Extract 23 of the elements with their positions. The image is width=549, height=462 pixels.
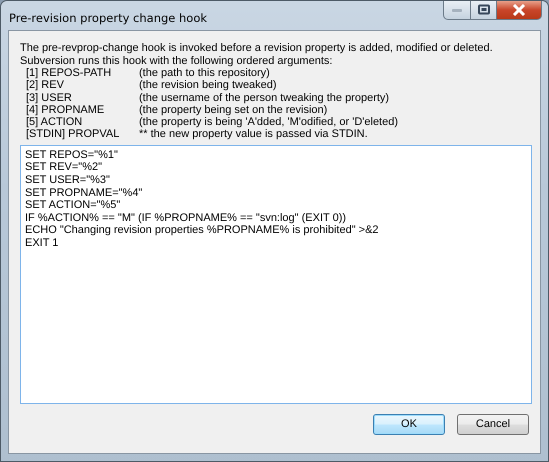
- argument-description: (the username of the person tweaking the property): [139, 92, 390, 104]
- script-editor[interactable]: SET REPOS="%1" SET REV="%2" SET USER="%3" SET PROPNAME="%4" SET ACTION="%5" IF %ACTION% == "M" (IF %PROPNAME% == "svn:log" (EXIT 0)) ECHO "Changing revision properties %PROPNAME% is prohibited" >&2 EXIT 1: [20, 144, 532, 404]
- argument-name: [STDIN] PROPVAL: [26, 128, 120, 141]
- maximize-button[interactable]: [471, 1, 497, 20]
- argument-description: ** the new property value is passed via STDIN.: [139, 128, 369, 141]
- argument-description: (the property is being 'A'dded, 'M'odified, or 'D'eleted): [139, 116, 400, 128]
- argument-description: (the revision being tweaked): [139, 79, 278, 92]
- cancel-button[interactable]: Cancel: [457, 414, 529, 435]
- window-title: Pre-revision property change hook: [9, 11, 208, 25]
- argument-name: [2] REV: [26, 79, 65, 92]
- minimize-icon: [450, 6, 464, 14]
- argument-name: [1] REPOS-PATH: [26, 67, 112, 80]
- close-icon: [511, 4, 527, 16]
- argument-name: [4] PROPNAME: [26, 104, 106, 116]
- description-text: Subversion runs this hook with the following ordered arguments:: [20, 54, 334, 67]
- close-button[interactable]: [497, 1, 542, 20]
- maximize-icon: [476, 4, 490, 16]
- argument-description: (the property being set on the revision): [139, 104, 328, 116]
- argument-description: (the path to this repository): [139, 67, 271, 80]
- argument-name: [3] USER: [26, 92, 73, 104]
- description-text: The pre-revprop-change hook is invoked before a revision property is added, modified or deleted.: [20, 42, 494, 54]
- ok-button[interactable]: OK: [373, 414, 445, 435]
- argument-name: [5] ACTION: [26, 116, 84, 128]
